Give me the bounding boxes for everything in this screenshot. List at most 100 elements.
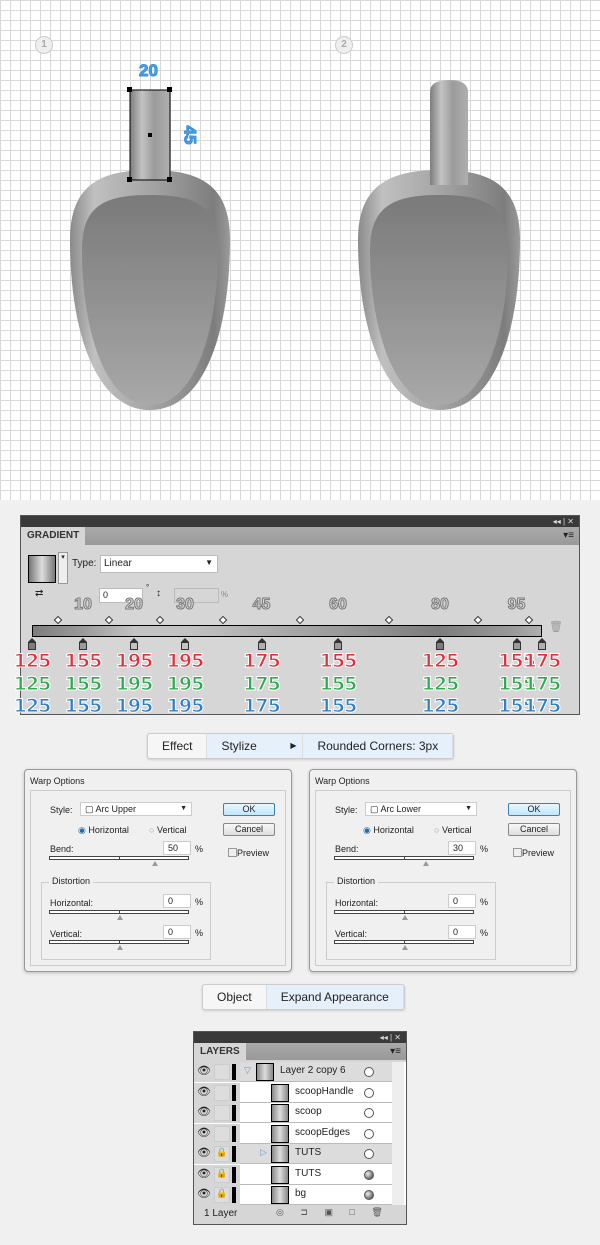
gradient-stop[interactable] [436, 638, 444, 650]
midpoint-handle[interactable] [53, 615, 62, 625]
slider-thumb[interactable] [423, 861, 429, 866]
bend-field[interactable]: 30 [448, 841, 476, 855]
menu-rounded-corners[interactable]: Rounded Corners: 3px [303, 734, 454, 758]
cancel-button[interactable]: Cancel [223, 823, 275, 836]
new-sublayer-icon[interactable]: ▣ [324, 1207, 333, 1217]
gradient-stop[interactable] [334, 638, 342, 650]
target-icon[interactable] [364, 1149, 374, 1159]
preview-checkbox[interactable]: Preview [228, 848, 269, 858]
horizontal-radio[interactable]: ◉ Horizontal [363, 825, 414, 836]
vertical-radio[interactable]: ○ Vertical [149, 825, 186, 835]
gradient-slider[interactable] [32, 625, 542, 637]
vertical-distortion-slider[interactable] [334, 940, 474, 950]
panel-controls[interactable]: ◂◂ | ✕ [21, 516, 579, 527]
gradient-stop[interactable] [257, 638, 266, 650]
target-icon[interactable] [364, 1128, 374, 1139]
menu-stylize[interactable]: Stylize ▶ [207, 734, 304, 758]
eye-icon[interactable]: 👁 [196, 1187, 212, 1203]
expand-triangle-icon[interactable]: ▽ [244, 1065, 251, 1076]
vertical-distortion-field[interactable]: 0 [448, 925, 476, 939]
target-icon[interactable] [364, 1169, 374, 1180]
gradient-stop[interactable] [538, 638, 546, 650]
panel-controls[interactable]: ◂◂ | ✕ [194, 1032, 406, 1043]
vertical-radio[interactable]: ○ Vertical [434, 825, 471, 835]
bend-slider[interactable] [334, 856, 474, 866]
slider-thumb[interactable] [402, 945, 408, 950]
midpoint-handle[interactable] [295, 615, 304, 625]
eye-icon[interactable]: 👁 [196, 1126, 212, 1142]
target-icon[interactable] [364, 1067, 374, 1077]
layer-row[interactable]: 👁 🔒 TUTS [194, 1164, 402, 1185]
collapse-triangle-icon[interactable]: ▷ [260, 1147, 267, 1158]
horizontal-distortion-slider[interactable] [49, 910, 189, 920]
lock-toggle[interactable] [214, 1064, 230, 1080]
eye-icon[interactable]: 👁 [196, 1146, 212, 1162]
vertical-distortion-slider[interactable] [49, 940, 189, 950]
horizontal-distortion-field[interactable]: 0 [448, 894, 476, 908]
layer-actions[interactable]: ◎ ⊐ ▣ □ 🗑 [276, 1207, 383, 1218]
layer-row[interactable]: 👁 ▽ Layer 2 copy 6 [194, 1062, 402, 1082]
layer-row[interactable]: 👁 scoopHandle [194, 1082, 402, 1103]
trash-icon[interactable]: 🗑 [549, 620, 563, 633]
make-clipping-mask-icon[interactable]: ⊐ [300, 1207, 308, 1217]
eye-icon[interactable]: 👁 [196, 1064, 212, 1080]
style-select[interactable]: ▢ Arc Upper ▼ [80, 802, 192, 816]
gradient-stop[interactable] [130, 638, 138, 650]
layer-row[interactable]: 👁 scoop [194, 1103, 402, 1123]
locate-object-icon[interactable]: ◎ [276, 1207, 284, 1217]
slider-thumb[interactable] [402, 915, 408, 920]
slider-thumb[interactable] [117, 915, 123, 920]
trash-icon[interactable]: 🗑 [371, 1207, 382, 1217]
eye-icon[interactable]: 👁 [196, 1105, 212, 1121]
gradient-swatch[interactable] [28, 555, 56, 583]
gradient-stop[interactable] [28, 638, 36, 650]
layer-row[interactable]: 👁 🔒 ▷ TUTS [194, 1144, 402, 1164]
gradient-tab[interactable]: GRADIENT [21, 527, 86, 545]
swatch-dropdown[interactable]: ▾ [58, 552, 68, 584]
horizontal-distortion-slider[interactable] [334, 910, 474, 920]
bend-slider[interactable] [49, 856, 189, 866]
gradient-stop[interactable] [79, 638, 87, 650]
lock-icon[interactable]: 🔒 [214, 1146, 230, 1162]
lock-icon[interactable]: 🔒 [214, 1166, 230, 1183]
layers-tab[interactable]: LAYERS [194, 1043, 246, 1061]
ok-button[interactable]: OK [223, 803, 275, 816]
midpoint-handle[interactable] [155, 615, 164, 625]
ok-button[interactable]: OK [508, 803, 560, 816]
new-layer-icon[interactable]: □ [349, 1207, 354, 1217]
reverse-gradient-icon[interactable]: ⇄ [35, 588, 43, 599]
bend-field[interactable]: 50 [163, 841, 191, 855]
vertical-distortion-field[interactable]: 0 [163, 925, 191, 939]
lock-icon[interactable]: 🔒 [214, 1187, 230, 1203]
gradient-stop[interactable] [181, 638, 189, 650]
scrollbar[interactable] [392, 1062, 404, 1205]
type-select[interactable]: Linear ▼ [100, 555, 218, 573]
lock-toggle[interactable] [214, 1125, 230, 1142]
lock-toggle[interactable] [214, 1105, 230, 1121]
menu-expand-appearance[interactable]: Expand Appearance [266, 985, 404, 1009]
target-icon[interactable] [364, 1108, 374, 1118]
target-icon[interactable] [364, 1190, 374, 1200]
slider-thumb[interactable] [117, 945, 123, 950]
panel-menu-icon[interactable]: ▾≡ [563, 530, 574, 541]
midpoint-handle[interactable] [384, 615, 394, 625]
lock-toggle[interactable] [214, 1084, 230, 1101]
layer-row[interactable]: 👁 scoopEdges [194, 1123, 402, 1144]
layer-row[interactable]: 👁 🔒 bg [194, 1185, 402, 1205]
style-select[interactable]: ▢ Arc Lower ▼ [365, 802, 477, 816]
gradient-stop[interactable] [512, 638, 521, 650]
horizontal-radio[interactable]: ◉ Horizontal [78, 825, 129, 836]
midpoint-handle[interactable] [525, 615, 534, 625]
midpoint-handle[interactable] [219, 615, 228, 625]
menu-effect[interactable]: Effect [148, 734, 208, 758]
eye-icon[interactable]: 👁 [196, 1085, 212, 1101]
target-icon[interactable] [364, 1087, 374, 1098]
midpoint-handle[interactable] [104, 615, 113, 625]
preview-checkbox[interactable]: Preview [513, 848, 554, 858]
slider-thumb[interactable] [152, 861, 158, 866]
cancel-button[interactable]: Cancel [508, 823, 560, 836]
menu-object[interactable]: Object [203, 985, 267, 1009]
midpoint-handle[interactable] [474, 615, 483, 625]
horizontal-distortion-field[interactable]: 0 [163, 894, 191, 908]
panel-menu-icon[interactable]: ▾≡ [390, 1046, 401, 1057]
